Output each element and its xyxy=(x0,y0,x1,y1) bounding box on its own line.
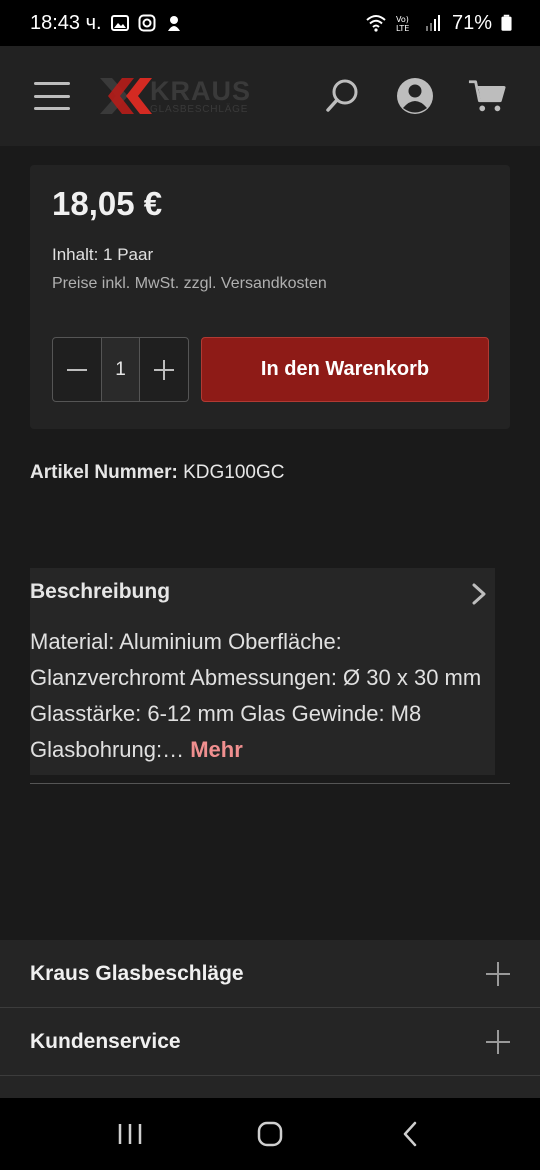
product-price: 18,05 € xyxy=(52,185,163,222)
minus-icon xyxy=(67,368,87,371)
svg-text:LTE: LTE xyxy=(396,24,409,32)
article-number-label: Artikel Nummer: xyxy=(30,462,178,483)
accordion-title: Kraus Glasbeschläge xyxy=(30,961,244,985)
notification-app-icon xyxy=(167,16,180,31)
logo-text: KRAUS GLASBESCHLÄGE xyxy=(150,75,252,115)
increase-quantity-button[interactable] xyxy=(140,338,188,401)
buy-box: 18,05 € Inhalt: 1 Paar Preise inkl. MwSt… xyxy=(30,165,510,429)
description-title: Beschreibung xyxy=(30,580,171,603)
svg-text:Vo): Vo) xyxy=(396,15,409,24)
footer-accordions: Kraus Glasbeschläge Kundenservice xyxy=(0,940,540,1100)
battery-level: 71% xyxy=(451,11,492,34)
search-icon[interactable] xyxy=(324,77,362,115)
plus-icon xyxy=(486,1029,510,1054)
logo-main-text: KRAUS xyxy=(150,75,252,106)
accordion-kraus-glasbeschlaege[interactable]: Kraus Glasbeschläge xyxy=(0,940,540,1008)
quantity-stepper: 1 xyxy=(52,337,189,402)
battery-icon xyxy=(501,14,512,31)
article-number-value: KDG100GC xyxy=(183,462,285,483)
logo-mark-icon xyxy=(100,78,152,114)
clock: 18:43 ч. xyxy=(30,11,102,34)
volte-icon: Vo)LTE xyxy=(396,15,409,32)
description-text: Material: Aluminium Oberfläche: Glanzver… xyxy=(30,624,490,768)
logo[interactable]: KRAUS GLASBESCHLÄGE xyxy=(98,74,268,118)
description-body: Material: Aluminium Oberfläche: Glanzver… xyxy=(30,629,482,762)
recent-apps-icon xyxy=(118,1124,142,1144)
add-to-cart-button[interactable]: In den Warenkorb xyxy=(201,337,489,402)
instagram-icon xyxy=(138,14,156,32)
product-content: Inhalt: 1 Paar xyxy=(52,245,154,264)
accordion-kundenservice[interactable]: Kundenservice xyxy=(0,1008,540,1076)
recent-apps-button[interactable] xyxy=(110,1114,150,1154)
account-icon[interactable] xyxy=(396,77,434,115)
status-left: 18:43 ч. xyxy=(30,12,183,35)
tax-note: Preise inkl. MwSt. zzgl. Versandkosten xyxy=(52,275,327,292)
description-section[interactable]: Beschreibung Material: Aluminium Oberflä… xyxy=(30,568,495,775)
quantity-input[interactable]: 1 xyxy=(101,338,140,401)
buy-row: 1 In den Warenkorb xyxy=(52,337,489,402)
decrease-quantity-button[interactable] xyxy=(53,338,101,401)
signal-icon xyxy=(425,15,440,31)
logo-sub-text: GLASBESCHLÄGE xyxy=(150,103,249,115)
back-button[interactable] xyxy=(390,1114,430,1154)
plus-icon xyxy=(154,359,174,380)
back-icon xyxy=(403,1121,417,1147)
wifi-icon xyxy=(366,15,386,32)
more-link[interactable]: Mehr xyxy=(190,737,243,762)
accordion-title: Kundenservice xyxy=(30,1029,181,1053)
home-button[interactable] xyxy=(250,1114,290,1154)
status-right: Vo) LTE 71% xyxy=(365,12,512,35)
chevron-right-icon[interactable] xyxy=(469,582,489,606)
status-bar: 18:43 ч. Vo) LTE 71% xyxy=(0,0,540,46)
home-icon xyxy=(257,1121,283,1147)
plus-icon xyxy=(486,961,510,986)
system-navigation-bar xyxy=(0,1098,540,1170)
cart-icon[interactable] xyxy=(468,77,506,115)
header-actions xyxy=(324,77,506,115)
divider xyxy=(30,783,510,784)
gallery-icon xyxy=(110,15,129,31)
site-header: KRAUS GLASBESCHLÄGE xyxy=(0,46,540,146)
article-number: Artikel Nummer: KDG100GC xyxy=(30,462,284,484)
menu-icon[interactable] xyxy=(34,82,70,110)
